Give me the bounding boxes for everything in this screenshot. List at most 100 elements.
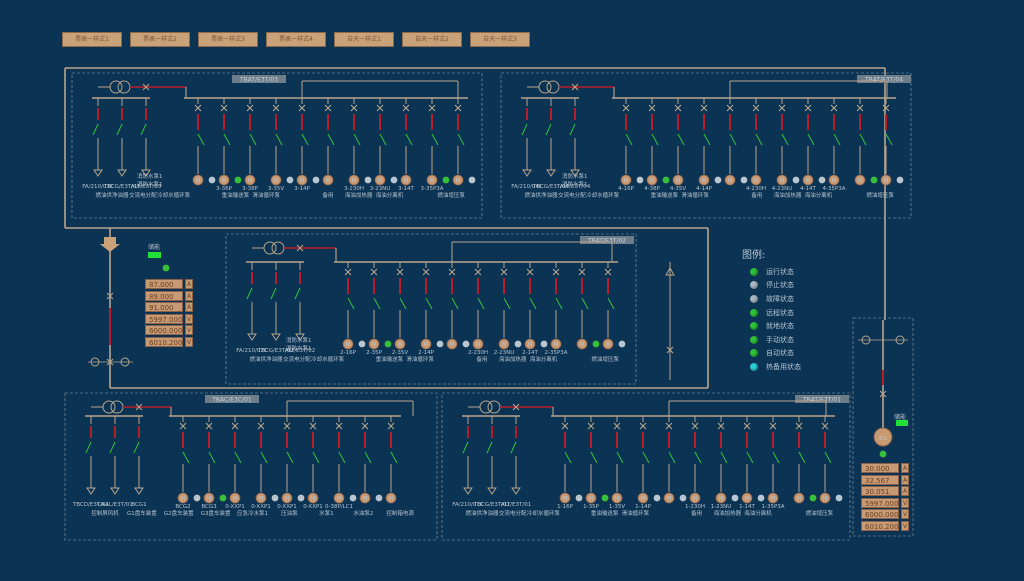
left-meter-unit: V — [185, 325, 193, 335]
motor-label: M — [650, 178, 655, 184]
right-meter-unit: A — [901, 463, 909, 473]
motor-label: M — [207, 496, 212, 502]
motor-label: M — [858, 178, 863, 184]
arrow-icon — [247, 333, 257, 341]
switch-icon — [197, 133, 205, 146]
motor-label: M — [754, 178, 759, 184]
switch-icon — [607, 297, 615, 310]
switch-icon — [781, 133, 789, 146]
tab-6[interactable]: 自天一样式2 — [402, 32, 462, 47]
tab-1[interactable]: 票表一样式1 — [62, 32, 122, 47]
section-title: TBAT/E3T/01 — [802, 397, 841, 404]
feeder-name: 交流电分配 — [499, 509, 527, 517]
feeder-name: 应急冷水泵1 — [237, 509, 268, 517]
transformer-icon — [271, 241, 285, 255]
status-dot-icon — [312, 176, 320, 184]
status-dot-icon — [750, 349, 758, 358]
feeder-code: 0-38P/LC1 — [325, 504, 353, 510]
feeder-name: 海油加热器 — [499, 355, 527, 363]
motor-label: M — [624, 178, 629, 184]
motor-label: M — [398, 342, 403, 348]
switch-icon — [347, 297, 355, 310]
status-dot-icon — [271, 494, 279, 502]
switch-icon — [625, 133, 633, 146]
feeder-name: 水泵1 — [319, 509, 334, 517]
switch-icon — [616, 451, 624, 464]
status-dot-icon — [618, 340, 626, 348]
status-dot-icon — [162, 264, 170, 272]
feeder-name: G2盘车装置 — [164, 509, 194, 517]
switch-icon — [807, 133, 815, 146]
motor-label: M — [667, 496, 672, 502]
down-arrow-icon — [100, 237, 120, 252]
arrow-icon — [117, 169, 127, 177]
switch-icon — [275, 133, 283, 146]
switch-icon — [373, 297, 381, 310]
motor-label: M — [563, 496, 568, 502]
feeder-name: 海油分离机 — [376, 191, 404, 199]
feeder-code: 2-14P — [418, 350, 434, 356]
feeder-name: 备用 — [751, 191, 762, 199]
right-meter-panel: 30.000 A 32.567 A 30.051 A 5997.000 V 6000.0… — [861, 463, 909, 532]
feeder-name: 燃油增压泵 — [806, 509, 834, 517]
legend-title: 图例: — [742, 250, 766, 261]
status-dot-icon — [750, 267, 758, 276]
feeder-code: 3-230H — [344, 186, 364, 192]
tab-2[interactable]: 票表一样式2 — [130, 32, 190, 47]
section-frame — [441, 392, 851, 541]
motor-label: M — [719, 496, 724, 502]
legend-label: 就地状态 — [766, 322, 794, 331]
feeder-code: 3-35V — [268, 186, 284, 192]
tab-5[interactable]: 自天一样式1 — [334, 32, 394, 47]
arrow-icon — [93, 169, 103, 177]
switch-icon — [651, 133, 659, 146]
tab-3[interactable]: 票表一样式3 — [198, 32, 258, 47]
feeder-code: 1-35P — [583, 504, 599, 510]
left-meter-unit: A — [185, 290, 193, 301]
arrow-icon — [511, 487, 521, 495]
legend-label: 远程状态 — [766, 308, 794, 317]
feeder-code: 0-XXP1 — [303, 504, 323, 510]
switch-icon — [694, 451, 702, 464]
legend-label: 自动状态 — [766, 349, 794, 358]
feeder-code: 0-XXP1 — [251, 504, 271, 510]
legend-label: 热备用状态 — [766, 362, 801, 371]
feeder-name: 冷却水循环泵 — [586, 191, 620, 199]
transformer-icon — [110, 400, 124, 414]
legend-label: 故障状态 — [766, 294, 794, 303]
legend-item: 就地状态 — [742, 319, 801, 333]
motor-label: M — [456, 178, 461, 184]
left-storage-indicator — [148, 252, 161, 258]
tab-7[interactable]: 自天一样式3 — [470, 32, 530, 47]
motor-label: M — [311, 496, 316, 502]
left-meter-value: 91.000 — [145, 302, 183, 312]
motor-label: M — [404, 178, 409, 184]
status-dot-icon — [592, 340, 600, 348]
switch-icon — [364, 451, 372, 464]
switch-icon — [677, 133, 685, 146]
motor-label: M — [196, 178, 201, 184]
status-dot-icon — [792, 176, 800, 184]
motor-label: M — [641, 496, 646, 502]
switch-icon — [301, 133, 309, 146]
feeder-name: 备用 — [322, 191, 333, 199]
left-meter-value: 89.000 — [145, 290, 183, 301]
legend-item: 停止状态 — [742, 279, 801, 293]
switch-icon — [824, 451, 832, 464]
switch-icon — [462, 441, 469, 454]
motor-label: M — [832, 178, 837, 184]
feeder-name: 控制屏风机 — [91, 509, 119, 517]
feeder-name: 压油泵 — [281, 509, 298, 517]
motor-label: M — [222, 178, 227, 184]
feeder-code: 0-XXP1 — [225, 504, 245, 510]
right-meter-value: 32.567 — [861, 474, 899, 485]
switch-icon — [140, 123, 147, 136]
switch-icon — [729, 133, 737, 146]
switch-icon — [668, 451, 676, 464]
left-meter-unit: A — [185, 302, 193, 312]
feeder-name: 水油泵2 — [353, 509, 373, 517]
tab-4[interactable]: 票表一样式4 — [266, 32, 326, 47]
left-meter-value: 5997.000 — [145, 313, 183, 324]
motor-label: M — [615, 496, 620, 502]
feeder-name: 燃油增压泵 — [866, 191, 894, 199]
